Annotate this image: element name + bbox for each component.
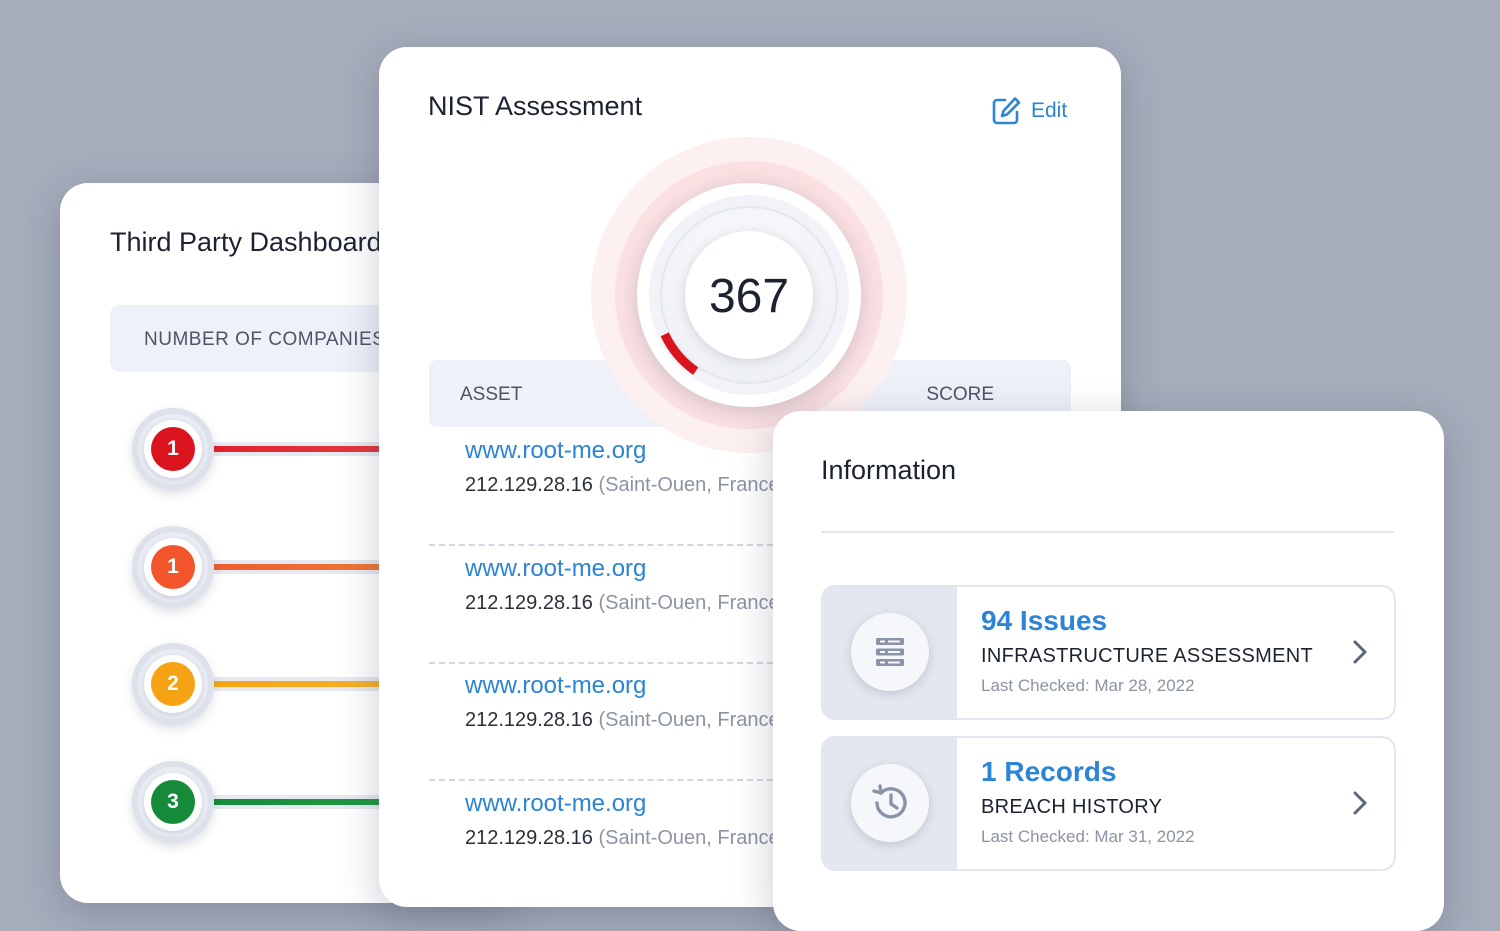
breach-history-item[interactable]: 1 Records BREACH HISTORY Last Checked: M… [821, 736, 1396, 871]
divider [821, 531, 1394, 533]
asset-ip-address: 212.129.28.16 [465, 592, 593, 614]
asset-ip: 212.129.28.16 (Saint-Ouen, France) [465, 592, 786, 615]
infrastructure-assessment-item[interactable]: 94 Issues INFRASTRUCTURE ASSESSMENT Last… [821, 585, 1396, 720]
asset-location: (Saint-Ouen, France) [598, 827, 787, 849]
edit-icon [992, 97, 1021, 125]
asset-domain-link[interactable]: www.root-me.org [465, 437, 646, 465]
server-list-icon [876, 638, 904, 666]
infrastructure-assessment-label: INFRASTRUCTURE ASSESSMENT [981, 645, 1313, 667]
edit-label: Edit [1031, 99, 1068, 122]
asset-domain-link[interactable]: www.root-me.org [465, 555, 646, 583]
breach-history-label: BREACH HISTORY [981, 796, 1163, 818]
last-checked-date: Last Checked: Mar 28, 2022 [981, 676, 1195, 695]
information-card: Information 94 Issues INFRASTRUCTURE ASS… [773, 411, 1444, 931]
asset-domain-link[interactable]: www.root-me.org [465, 672, 646, 700]
count-dot: 1 [151, 545, 195, 589]
item-icon-panel [823, 587, 957, 718]
count-dot: 2 [151, 662, 195, 706]
third-party-dashboard-title: Third Party Dashboard [110, 227, 382, 257]
count-badge: 3 [132, 761, 214, 843]
asset-domain-link[interactable]: www.root-me.org [465, 790, 646, 818]
asset-location: (Saint-Ouen, France) [598, 709, 787, 731]
score-column-header: SCORE [926, 384, 994, 405]
score-gauge: 367 [591, 137, 907, 453]
nist-assessment-title: NIST Assessment [428, 91, 643, 121]
count-dot: 1 [151, 427, 195, 471]
item-icon-panel [823, 738, 957, 869]
information-title: Information [821, 455, 957, 485]
asset-location: (Saint-Ouen, France) [598, 592, 787, 614]
companies-header-label: NUMBER OF COMPANIES [144, 329, 386, 350]
chevron-right-icon [1353, 791, 1367, 815]
asset-column-header: ASSET [460, 384, 523, 405]
asset-ip: 212.129.28.16 (Saint-Ouen, France) [465, 827, 786, 850]
asset-ip: 212.129.28.16 (Saint-Ouen, France) [465, 474, 786, 497]
score-value: 367 [709, 270, 789, 323]
count-dot: 3 [151, 780, 195, 824]
asset-ip-address: 212.129.28.16 [465, 474, 593, 496]
chevron-right-icon [1353, 640, 1367, 664]
asset-ip: 212.129.28.16 (Saint-Ouen, France) [465, 709, 786, 732]
count-badge: 1 [132, 408, 214, 490]
asset-ip-address: 212.129.28.16 [465, 709, 593, 731]
edit-button[interactable]: Edit [991, 93, 1067, 129]
issues-count: 94 Issues [981, 605, 1108, 636]
asset-ip-address: 212.129.28.16 [465, 827, 593, 849]
last-checked-date: Last Checked: Mar 31, 2022 [981, 827, 1195, 846]
history-icon [872, 784, 907, 819]
asset-location: (Saint-Ouen, France) [598, 474, 787, 496]
records-count: 1 Records [981, 756, 1117, 787]
count-badge: 2 [132, 643, 214, 725]
count-badge: 1 [132, 526, 214, 608]
